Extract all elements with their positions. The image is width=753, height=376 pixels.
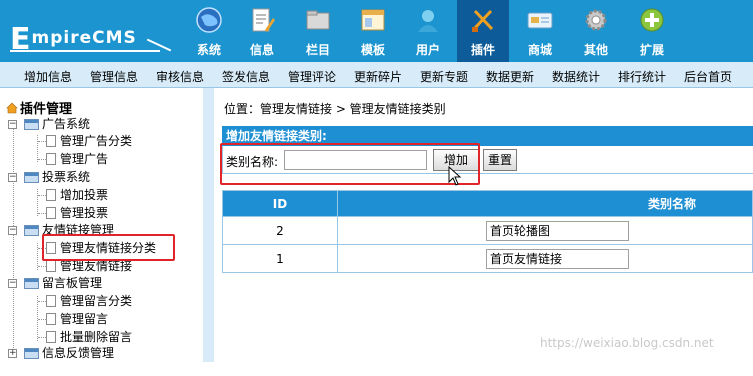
page-icon: [46, 295, 56, 307]
collapse-icon[interactable]: −: [8, 120, 17, 129]
page-icon: [46, 135, 56, 147]
globe-icon: [196, 7, 222, 33]
nav-extend-label: 扩展: [639, 43, 664, 57]
table-row: 1 首页友情链接: [222, 244, 753, 273]
nav-info[interactable]: 信息: [236, 0, 288, 62]
nav-column[interactable]: 栏目: [292, 0, 344, 62]
sub-menu-bar: 增加信息 管理信息 审核信息 签发信息 管理评论 更新碎片 更新专题 数据更新 …: [0, 62, 753, 88]
plugin-tools-icon: [472, 9, 494, 32]
submenu-update-topics[interactable]: 更新专题: [420, 68, 468, 85]
submenu-rank-stats[interactable]: 排行统计: [618, 68, 666, 85]
tree-group-guestbook[interactable]: − 留言板管理: [8, 275, 198, 292]
table-row: 2 首页轮播图: [222, 216, 753, 245]
page-icon: [46, 153, 56, 165]
collapse-icon[interactable]: −: [8, 226, 17, 235]
submenu-manage-comments[interactable]: 管理评论: [288, 68, 336, 85]
mouse-cursor-icon: [448, 166, 462, 186]
submenu-data-stats[interactable]: 数据统计: [552, 68, 600, 85]
nav-other-label: 其他: [583, 43, 608, 57]
submenu-admin-home[interactable]: 后台首页: [684, 68, 732, 85]
nav-template[interactable]: 模板: [347, 0, 399, 62]
page-icon: [46, 331, 56, 343]
reset-button[interactable]: 重置: [483, 149, 517, 171]
main-content: 位置：管理友情链接 > 管理友情链接类别 增加友情链接类别: 类别名称: 增加 …: [214, 88, 753, 376]
home-icon: [6, 102, 18, 114]
card-icon: [527, 12, 553, 29]
gear-icon: [585, 9, 607, 31]
user-icon: [418, 10, 438, 32]
nav-shop[interactable]: 商城: [514, 0, 566, 62]
submenu-data-update[interactable]: 数据更新: [486, 68, 534, 85]
plugin-tree: 插件管理 − 广告系统 管理广告分类 管理广告 − 投票系统 增加投票 管理投票…: [0, 88, 203, 376]
collapse-icon[interactable]: −: [8, 173, 17, 182]
highlight-link-category-item: [42, 234, 175, 261]
nav-column-label: 栏目: [305, 43, 330, 57]
nav-plugin[interactable]: 插件: [457, 0, 509, 62]
column-category-name: 类别名称: [337, 190, 753, 217]
row-id: 2: [222, 216, 338, 245]
folder-icon: [24, 348, 39, 359]
page-icon: [46, 189, 56, 201]
top-header: EmpireCMS 系统 信息 栏目 模板 用户 插件 商城 其他 扩展: [0, 0, 753, 62]
nav-system[interactable]: 系统: [183, 0, 235, 62]
logo-name: mpireCMS: [31, 28, 137, 48]
nav-other[interactable]: 其他: [570, 0, 622, 62]
page-icon: [46, 207, 56, 219]
tree-group-feedback[interactable]: + 信息反馈管理: [8, 345, 198, 362]
folder-icon: [306, 10, 330, 30]
row-category-name-input[interactable]: 首页友情链接: [486, 248, 629, 269]
nav-extend[interactable]: 扩展: [626, 0, 678, 62]
page-icon: [46, 260, 56, 272]
plus-circle-icon: [640, 8, 664, 32]
submenu-sign-info[interactable]: 签发信息: [222, 68, 270, 85]
nav-system-label: 系统: [196, 43, 221, 57]
breadcrumb: 位置：管理友情链接 > 管理友情链接类别: [224, 102, 446, 116]
tree-group-label: 广告系统: [42, 117, 91, 131]
nav-plugin-label: 插件: [470, 43, 495, 57]
page-icon: [46, 313, 56, 325]
tree-divider[interactable]: [203, 88, 214, 362]
folder-icon: [24, 225, 39, 236]
nav-user[interactable]: 用户: [402, 0, 454, 62]
expand-icon[interactable]: +: [8, 349, 17, 358]
empirecms-logo: EmpireCMS: [6, 6, 186, 57]
watermark: https://weixiao.blog.csdn.net: [540, 336, 714, 350]
tree-group-votes[interactable]: − 投票系统: [8, 169, 198, 186]
document-edit-icon: [252, 8, 275, 32]
nav-template-label: 模板: [360, 43, 385, 57]
highlight-add-form: [220, 143, 480, 185]
tree-title: 插件管理: [6, 98, 72, 117]
nav-user-label: 用户: [415, 43, 440, 57]
category-table: ID 类别名称 2 首页轮播图 1 首页友情链接: [222, 190, 753, 273]
submenu-update-fragments[interactable]: 更新碎片: [354, 68, 402, 85]
row-category-name-input[interactable]: 首页轮播图: [486, 220, 629, 241]
nav-info-label: 信息: [249, 43, 274, 57]
folder-icon: [24, 278, 39, 289]
collapse-icon[interactable]: −: [8, 279, 17, 288]
row-id: 1: [222, 244, 338, 273]
table-header-row: ID 类别名称: [222, 190, 753, 217]
tree-group-ads[interactable]: − 广告系统: [8, 116, 198, 133]
nav-shop-label: 商城: [527, 43, 552, 57]
submenu-review-info[interactable]: 审核信息: [156, 68, 204, 85]
folder-icon: [24, 172, 39, 183]
submenu-add-info[interactable]: 增加信息: [24, 68, 72, 85]
window-template-icon: [361, 9, 385, 31]
folder-icon: [24, 119, 39, 130]
column-id: ID: [222, 190, 338, 217]
submenu-manage-info[interactable]: 管理信息: [90, 68, 138, 85]
